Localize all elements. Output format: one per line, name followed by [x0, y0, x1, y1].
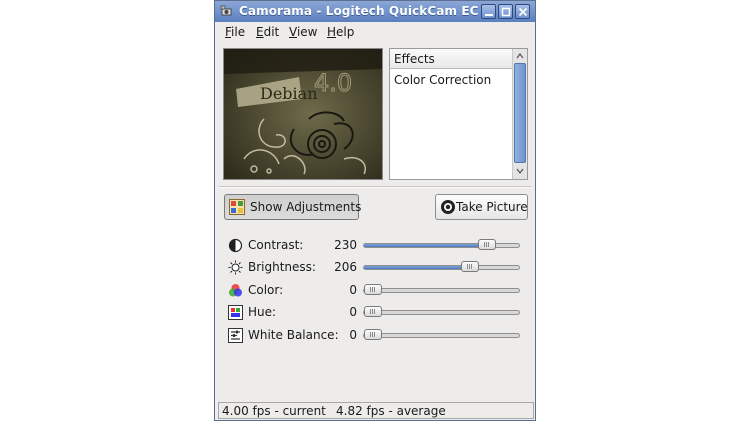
close-icon — [518, 7, 528, 17]
title-bar[interactable]: Camorama - Logitech QuickCam EC — [215, 1, 535, 22]
minimize-button[interactable] — [481, 4, 496, 19]
hue-slider[interactable] — [363, 306, 520, 317]
contrast-slider-handle[interactable] — [477, 239, 496, 250]
separator — [219, 186, 531, 188]
scroll-up-icon[interactable] — [514, 50, 526, 62]
white-balance-row: White Balance: 0 — [215, 327, 535, 345]
menu-edit[interactable]: Edit — [256, 25, 279, 39]
contrast-slider[interactable] — [363, 239, 520, 250]
webcam-preview: Debian 4.0 — [223, 48, 383, 180]
color-row: Color: 0 — [215, 282, 535, 300]
slider-fill — [364, 244, 487, 247]
white-balance-icon — [228, 328, 243, 343]
show-adjustments-label: Show Adjustments — [250, 200, 362, 214]
color-slider-handle[interactable] — [364, 284, 382, 295]
white-balance-value: 0 — [349, 328, 357, 342]
brightness-value: 206 — [334, 260, 357, 274]
hue-label: Hue: — [248, 305, 277, 319]
menu-help[interactable]: Help — [327, 25, 354, 39]
menu-view[interactable]: View — [289, 25, 317, 39]
brightness-icon — [228, 260, 243, 275]
minimize-icon — [485, 14, 493, 16]
camorama-window: Camorama - Logitech QuickCam EC File Edi… — [214, 0, 536, 421]
brightness-row: Brightness: 206 — [215, 259, 535, 277]
contrast-row: Contrast: 230 — [215, 237, 535, 255]
contrast-value: 230 — [334, 238, 357, 252]
preview-text: Debian — [260, 84, 318, 103]
fps-current: 4.00 fps - current — [222, 404, 326, 418]
adjustments-icon — [229, 199, 245, 215]
scroll-thumb[interactable] — [514, 63, 526, 163]
contrast-label: Contrast: — [248, 238, 304, 252]
hue-row: Hue: 0 — [215, 304, 535, 322]
slider-fill — [364, 266, 470, 269]
contrast-icon — [228, 238, 243, 253]
effects-scrollbar[interactable] — [512, 49, 527, 179]
scroll-down-icon[interactable] — [514, 165, 526, 177]
brightness-slider-handle[interactable] — [460, 261, 479, 272]
color-wheel-icon — [229, 284, 242, 297]
color-value: 0 — [349, 283, 357, 297]
preview-version: 4.0 — [314, 69, 352, 97]
fps-average: 4.82 fps - average — [336, 404, 446, 418]
effects-list[interactable]: Effects Color Correction — [389, 48, 528, 180]
camera-icon — [441, 200, 455, 214]
color-label: Color: — [248, 283, 284, 297]
list-item[interactable]: Color Correction — [394, 73, 491, 87]
status-bar: 4.00 fps - current 4.82 fps - average — [218, 402, 534, 419]
white-balance-slider[interactable] — [363, 329, 520, 340]
menu-file[interactable]: File — [225, 25, 245, 39]
effects-column-header[interactable]: Effects — [390, 49, 512, 69]
brightness-slider[interactable] — [363, 261, 520, 272]
menu-bar: File Edit View Help — [215, 22, 535, 42]
hue-icon — [228, 305, 243, 320]
hue-value: 0 — [349, 305, 357, 319]
take-picture-label: Take Picture — [456, 200, 528, 214]
window-title: Camorama - Logitech QuickCam EC — [239, 4, 479, 18]
white-balance-slider-handle[interactable] — [364, 329, 382, 340]
take-picture-button[interactable]: Take Picture — [435, 194, 528, 220]
show-adjustments-button[interactable]: Show Adjustments — [224, 194, 362, 220]
close-button[interactable] — [515, 4, 530, 19]
webcam-image: Debian 4.0 — [224, 49, 382, 179]
camera-app-icon — [220, 5, 232, 16]
maximize-button[interactable] — [498, 4, 513, 19]
white-balance-label: White Balance: — [248, 328, 339, 342]
color-slider[interactable] — [363, 284, 520, 295]
maximize-icon — [501, 7, 511, 17]
brightness-label: Brightness: — [248, 260, 316, 274]
hue-slider-handle[interactable] — [364, 306, 382, 317]
